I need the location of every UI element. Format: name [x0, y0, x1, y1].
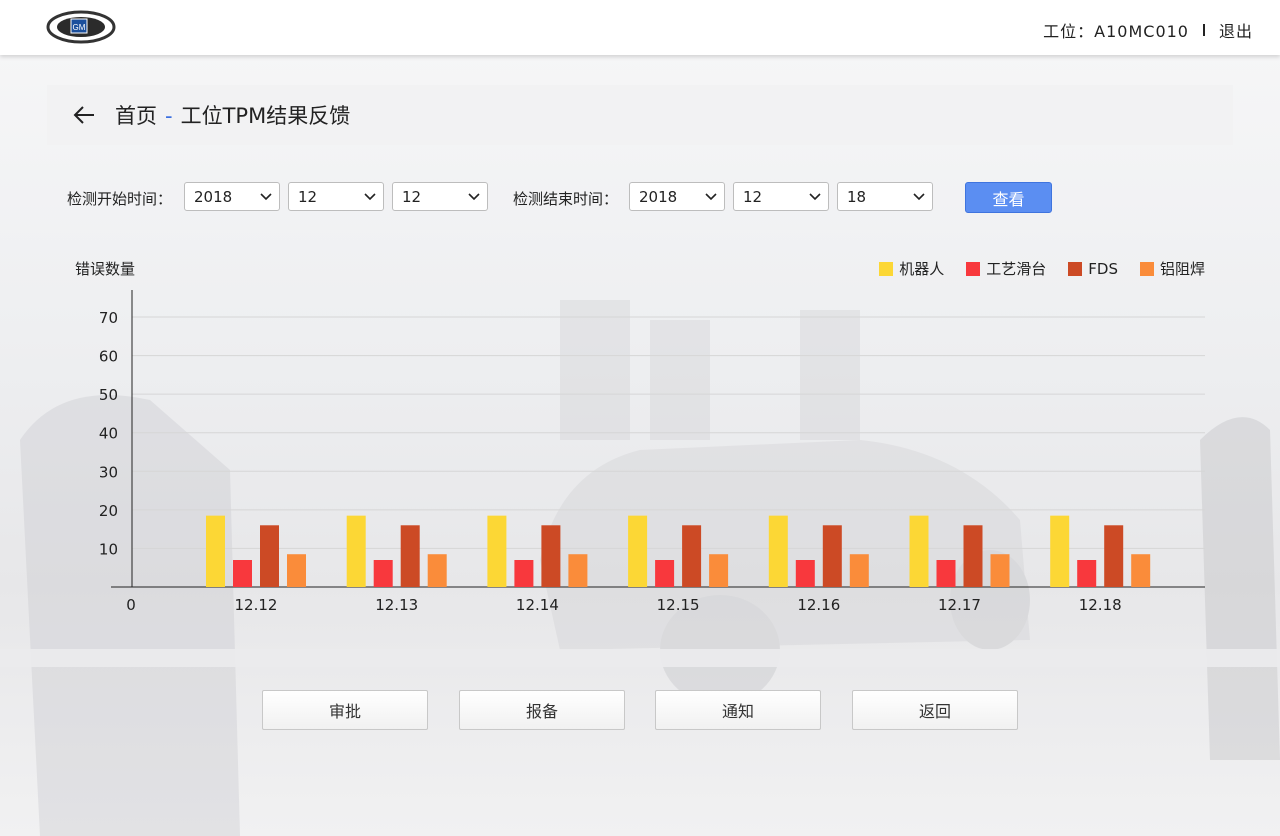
bar — [346, 515, 366, 587]
bar — [936, 560, 956, 587]
y-tick-label: 20 — [99, 502, 118, 520]
bar — [1077, 560, 1097, 587]
x-tick-label: 12.15 — [657, 596, 700, 614]
bar — [795, 560, 815, 587]
end-month-value: 12 — [743, 187, 763, 206]
bar — [233, 560, 252, 587]
page-title: 首页 - 工位TPM结果反馈 — [115, 100, 350, 130]
bar — [487, 515, 507, 587]
end-day-value: 18 — [847, 187, 867, 206]
chevron-down-icon — [260, 193, 272, 201]
bar — [206, 515, 225, 587]
bar — [400, 525, 420, 587]
approve-button[interactable]: 审批 — [262, 690, 428, 730]
start-day-value: 12 — [402, 187, 422, 206]
chevron-down-icon — [364, 193, 376, 201]
end-day-select[interactable]: 18 — [837, 182, 933, 211]
y-tick-label: 30 — [99, 463, 118, 481]
start-time-label: 检测开始时间： — [67, 190, 173, 208]
bar — [655, 560, 675, 587]
bar — [1104, 525, 1124, 587]
breadcrumb-home[interactable]: 首页 — [115, 104, 157, 128]
notify-button[interactable]: 通知 — [655, 690, 821, 730]
start-year-select[interactable]: 2018 — [184, 182, 280, 211]
x-tick-label: 12.17 — [938, 596, 981, 614]
end-year-value: 2018 — [639, 187, 678, 206]
bar — [682, 525, 702, 587]
x-tick-label: 12.18 — [1079, 596, 1122, 614]
station-label: 工位：A10MC010 — [1043, 22, 1189, 41]
chevron-down-icon — [913, 193, 925, 201]
end-month-select[interactable]: 12 — [733, 182, 829, 211]
station-info: 工位：A10MC010 退出 — [1043, 18, 1253, 42]
end-time-label: 检测结束时间： — [513, 190, 619, 208]
start-year-value: 2018 — [194, 187, 233, 206]
bar — [373, 560, 393, 587]
bar — [768, 515, 788, 587]
breadcrumb: 首页 - 工位TPM结果反馈 — [47, 85, 1233, 145]
x-tick-label: 12.16 — [797, 596, 840, 614]
breadcrumb-current: 工位TPM结果反馈 — [180, 104, 351, 128]
bar — [514, 560, 534, 587]
bar — [287, 554, 306, 587]
action-bar: 审批 报备 通知 返回 — [0, 690, 1280, 730]
top-bar: GM 工位：A10MC010 退出 — [0, 0, 1280, 55]
svg-text:GM: GM — [73, 23, 86, 32]
bar — [822, 525, 842, 587]
divider-band — [0, 649, 1280, 667]
query-button[interactable]: 查看 — [965, 182, 1052, 213]
bar — [849, 554, 869, 587]
bar — [260, 525, 279, 587]
bar — [628, 515, 648, 587]
bar-chart-svg: 0 10 20 30 40 50 60 70 12.12 12.13 12.14 12.15 12.16… — [99, 290, 1205, 614]
y-tick-label: 40 — [99, 425, 118, 443]
error-count-chart: 错误数量 机器人 工艺滑台 FDS 铝阻焊 0 10 20 30 40 50 60 70 12.12 1… — [0, 250, 1280, 650]
x-tick-label: 12.12 — [235, 596, 278, 614]
y-tick-label: 10 — [99, 540, 118, 558]
bar — [427, 554, 447, 587]
y-tick-label: 70 — [99, 309, 118, 327]
start-month-value: 12 — [298, 187, 318, 206]
bar — [963, 525, 983, 587]
return-button[interactable]: 返回 — [852, 690, 1018, 730]
bar — [909, 515, 929, 587]
separator — [1202, 24, 1205, 36]
report-button[interactable]: 报备 — [459, 690, 625, 730]
chevron-down-icon — [705, 193, 717, 201]
bar — [568, 554, 588, 587]
back-arrow-button[interactable] — [69, 100, 99, 130]
end-year-select[interactable]: 2018 — [629, 182, 725, 211]
chevron-down-icon — [468, 193, 480, 201]
gm-logo: GM — [46, 10, 116, 44]
bar — [1131, 554, 1151, 587]
bar — [709, 554, 729, 587]
chevron-down-icon — [809, 193, 821, 201]
x-tick-label: 12.14 — [516, 596, 559, 614]
y-tick-label: 0 — [126, 596, 136, 614]
start-month-select[interactable]: 12 — [288, 182, 384, 211]
y-tick-label: 50 — [99, 386, 118, 404]
bar — [541, 525, 561, 587]
x-tick-label: 12.13 — [375, 596, 418, 614]
bar — [990, 554, 1010, 587]
arrow-left-icon — [73, 106, 94, 124]
y-tick-label: 60 — [99, 348, 118, 366]
start-day-select[interactable]: 12 — [392, 182, 488, 211]
bar — [1050, 515, 1070, 587]
logout-link[interactable]: 退出 — [1219, 18, 1253, 42]
breadcrumb-separator: - — [165, 104, 173, 128]
